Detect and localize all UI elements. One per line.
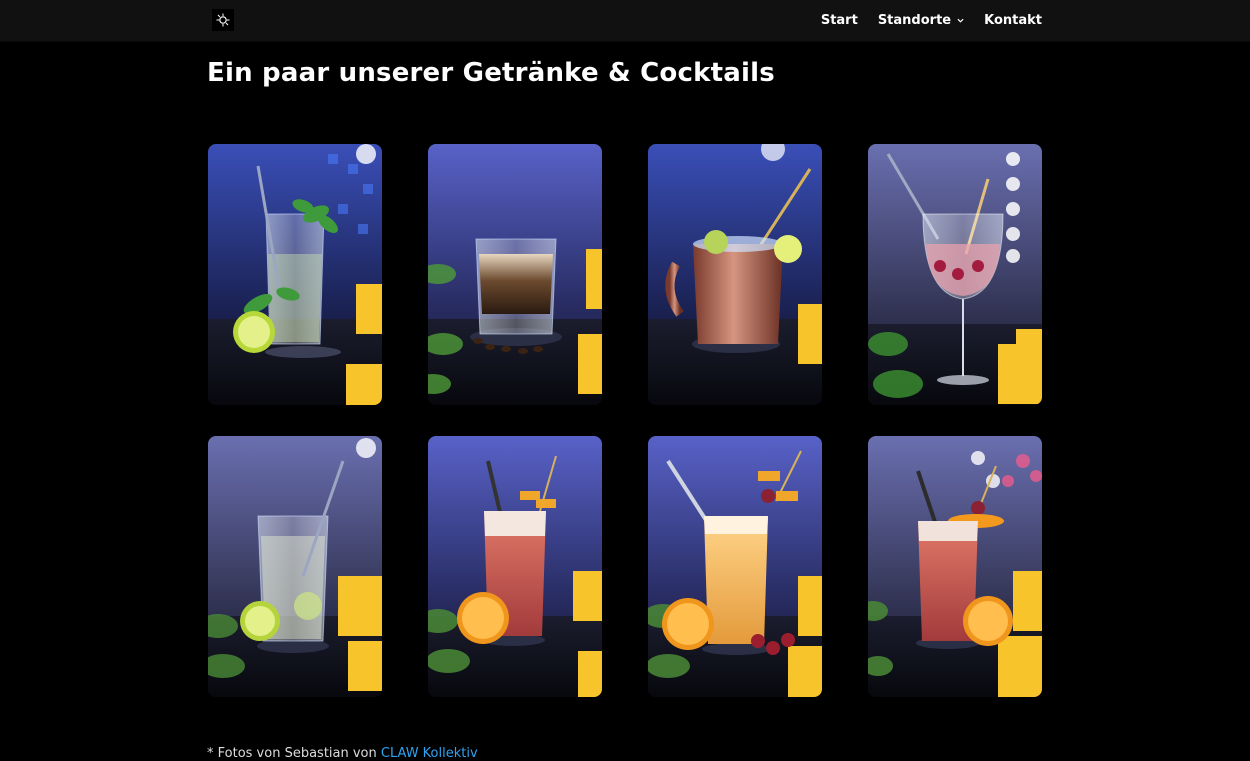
photo-credit-link[interactable]: CLAW Kollektiv [381,746,478,761]
gallery-photo-espresso[interactable] [428,144,602,405]
top-navigation-bar: Start Standorte Kontakt [0,0,1250,41]
nav-kontakt[interactable]: Kontakt [984,13,1042,28]
drinks-gallery [208,144,1042,697]
gallery-photo-berry-spritz[interactable] [868,144,1042,405]
gallery-photo-red-longdrink[interactable] [428,436,602,697]
gallery-photo-red-cocktail[interactable] [868,436,1042,697]
nav-standorte-label: Standorte [877,13,952,28]
nav-kontakt-label: Kontakt [984,13,1042,28]
page-title: Ein paar unserer Getränke & Cocktails [207,58,775,88]
gallery-photo-orange-longdrink[interactable] [648,436,822,697]
nav-start[interactable]: Start [821,13,858,28]
main-nav: Start Standorte Kontakt [821,0,1042,41]
gallery-photo-gin-tonic[interactable] [208,436,382,697]
photo-credit-text: * Fotos von Sebastian von [207,746,381,761]
nav-start-label: Start [820,13,858,28]
chevron-down-icon [957,18,964,23]
gallery-photo-mojito[interactable] [208,144,382,405]
nav-standorte[interactable]: Standorte [878,13,964,28]
logo-icon[interactable] [212,9,234,31]
photo-credit: * Fotos von Sebastian von CLAW Kollektiv [207,746,478,761]
gallery-photo-moscow-mule[interactable] [648,144,822,405]
